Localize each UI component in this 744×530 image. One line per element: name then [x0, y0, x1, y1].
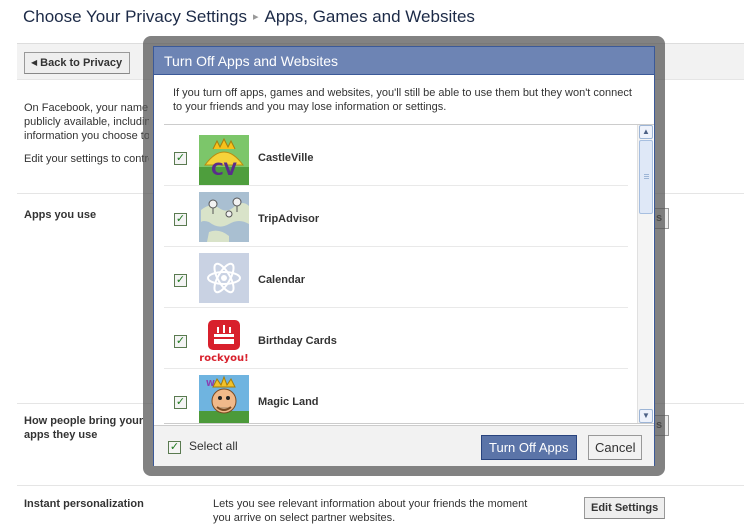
- intro-line: information you choose to: [24, 130, 149, 142]
- app-row-magic-land: ✓ W Magic Land: [164, 369, 628, 423]
- instant-personalization-description: Lets you see relevant information about …: [213, 497, 553, 525]
- app-name: CastleVille: [258, 152, 314, 164]
- cancel-button[interactable]: Cancel: [588, 435, 643, 460]
- edit-settings-text: Edit your settings to contro: [24, 153, 149, 165]
- calendar-atom-icon: [199, 253, 249, 303]
- edit-settings-button[interactable]: Edit Settings: [584, 497, 666, 519]
- divider: [17, 485, 744, 486]
- chevron-left-icon: ◀: [31, 58, 38, 67]
- apps-list: ✓ CV CastleVille ✓ TripAdvisor ✓ Calenda…: [164, 124, 654, 424]
- breadcrumb-separator: ▸: [252, 11, 259, 23]
- castleville-icon: CV: [199, 135, 249, 185]
- breadcrumb: Choose Your Privacy Settings ▸ Apps, Games…: [23, 7, 475, 27]
- list-scrollbar[interactable]: ▲ ▼: [637, 125, 653, 423]
- turn-off-apps-button[interactable]: Turn Off Apps: [481, 435, 577, 460]
- app-row-birthday-cards: ✓ rockyou! Birthday Cards: [164, 308, 628, 369]
- section-label-line: How people bring your: [24, 415, 144, 427]
- description-line: Lets you see relevant information about …: [213, 498, 528, 510]
- w-badge: W: [206, 379, 215, 388]
- select-all-checkbox[interactable]: ✓: [168, 441, 181, 454]
- back-button-label: Back to Privacy: [40, 57, 123, 69]
- turn-off-apps-dialog: Turn Off Apps and Websites If you turn o…: [153, 46, 655, 466]
- apps-you-use-label: Apps you use: [24, 209, 97, 221]
- dialog-title: Turn Off Apps and Websites: [154, 47, 654, 75]
- app-name: TripAdvisor: [258, 213, 320, 225]
- app-checkbox[interactable]: ✓: [174, 274, 187, 287]
- description-line: you arrive on select partner websites.: [213, 512, 396, 524]
- description-line: If you turn off apps, games and websites…: [173, 87, 632, 99]
- dialog-footer: ✓ Select all Turn Off Apps Cancel: [154, 425, 654, 466]
- scroll-thumb[interactable]: [639, 140, 653, 214]
- scroll-down-icon[interactable]: ▼: [639, 409, 653, 423]
- intro-line: On Facebook, your name, p: [24, 102, 149, 114]
- scroll-up-icon[interactable]: ▲: [639, 125, 653, 139]
- intro-text: On Facebook, your name, p publicly avail…: [24, 101, 149, 143]
- rockyou-brand: rockyou!: [199, 353, 248, 364]
- section-label-line: apps they use: [24, 429, 98, 441]
- breadcrumb-root[interactable]: Choose Your Privacy Settings: [23, 7, 247, 26]
- back-to-privacy-button[interactable]: ◀ Back to Privacy: [24, 52, 131, 74]
- page-title: Apps, Games and Websites: [264, 7, 475, 26]
- rockyou-cake-icon: rockyou!: [199, 314, 249, 364]
- magic-land-icon: W: [199, 375, 249, 423]
- app-checkbox[interactable]: ✓: [174, 396, 187, 409]
- tripadvisor-map-icon: [199, 192, 249, 242]
- dialog-description: If you turn off apps, games and websites…: [173, 86, 643, 114]
- app-row-tripadvisor: ✓ TripAdvisor: [164, 186, 628, 247]
- app-row-calendar: ✓ Calendar: [164, 247, 628, 308]
- grip-icon: [644, 174, 649, 175]
- app-checkbox[interactable]: ✓: [174, 335, 187, 348]
- description-line: to your friends and you may lose informa…: [173, 101, 447, 113]
- intro-line: publicly available, including: [24, 116, 149, 128]
- app-name: Magic Land: [258, 396, 319, 408]
- castleville-monogram: CV: [211, 160, 237, 180]
- app-checkbox[interactable]: ✓: [174, 213, 187, 226]
- app-row-castleville: ✓ CV CastleVille: [164, 125, 628, 186]
- app-name: Birthday Cards: [258, 335, 337, 347]
- how-people-bring-apps-label: How people bring your apps they use: [24, 414, 143, 442]
- app-name: Calendar: [258, 274, 306, 286]
- select-all-label[interactable]: Select all: [189, 439, 238, 453]
- instant-personalization-label: Instant personalization: [24, 498, 144, 510]
- app-checkbox[interactable]: ✓: [174, 152, 187, 165]
